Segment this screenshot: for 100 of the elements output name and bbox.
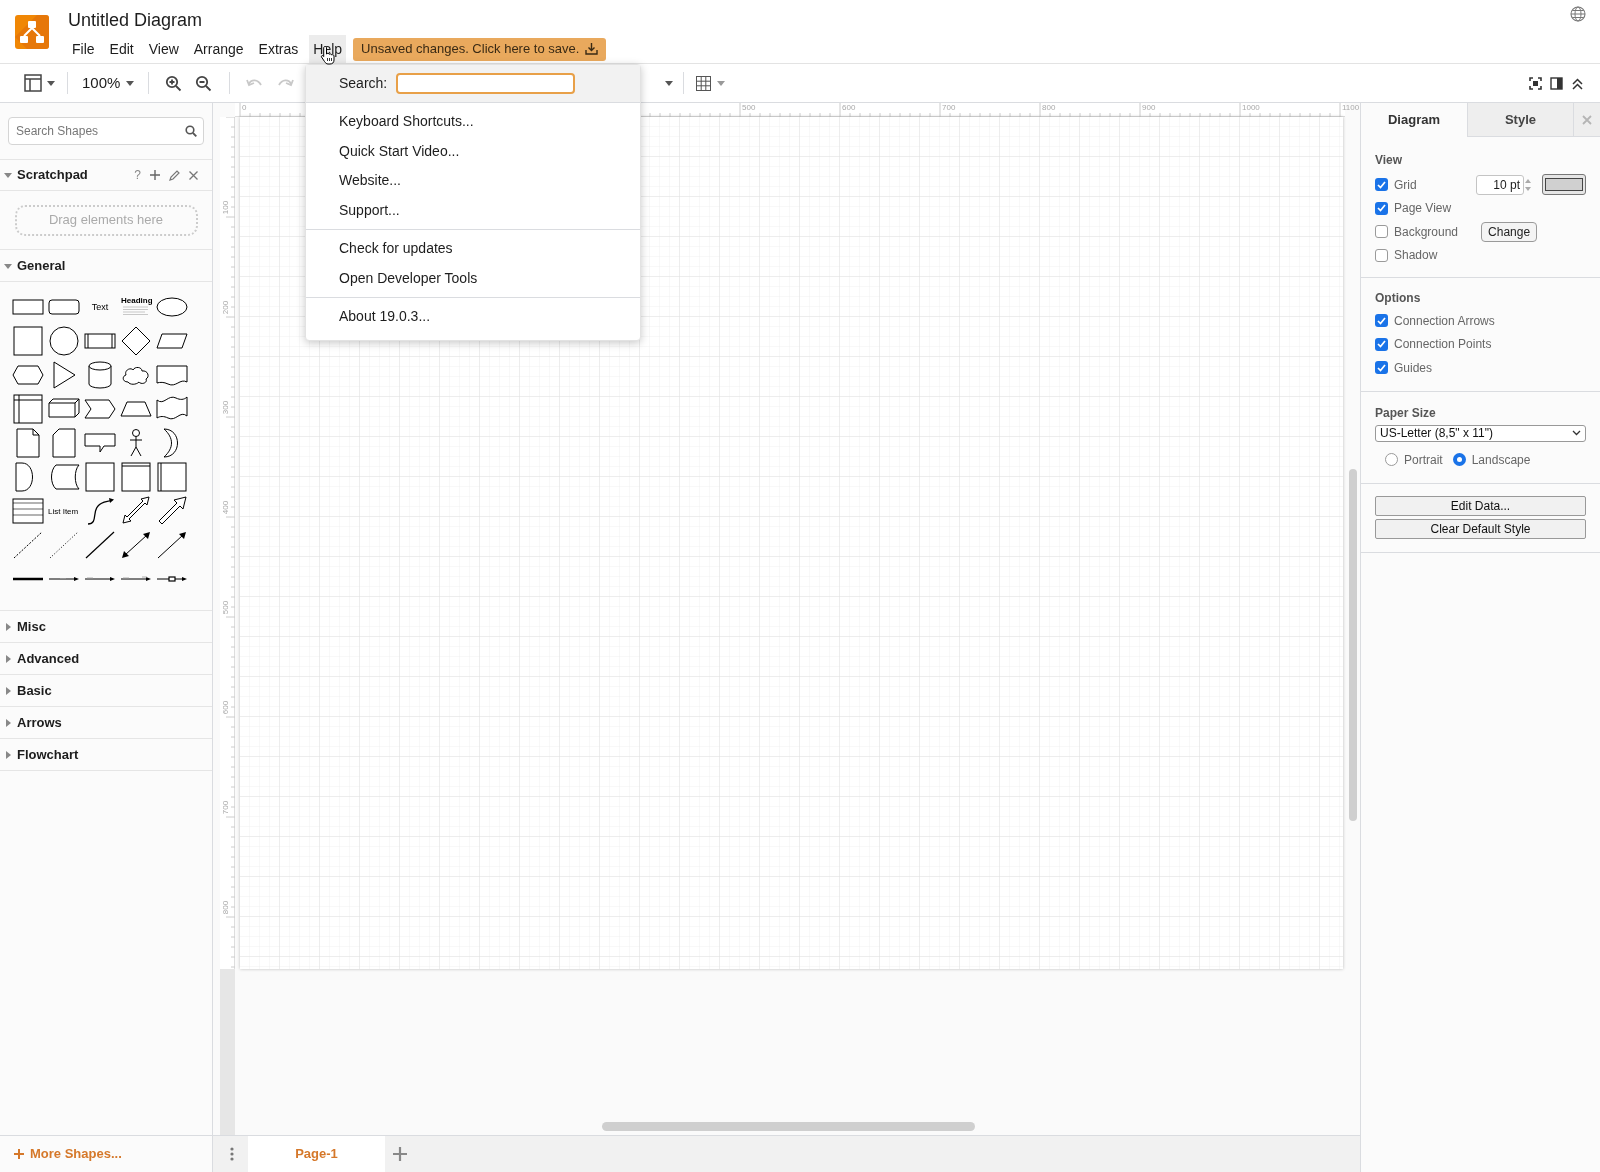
option-label: Grid <box>1394 176 1417 194</box>
ruler-label: 600 <box>842 103 856 112</box>
caret-icon[interactable] <box>665 80 674 86</box>
menu-item[interactable]: Arrange <box>189 35 248 63</box>
plus-icon[interactable] <box>150 170 160 180</box>
grid-size-field[interactable]: 10 pt <box>1476 174 1524 195</box>
table-button[interactable] <box>694 75 728 91</box>
arrow-shape[interactable] <box>156 530 188 560</box>
ruler-label: 800 <box>1042 103 1056 112</box>
list-item-shape[interactable]: List Item <box>48 496 80 526</box>
option-label: Landscape <box>1471 451 1531 469</box>
search-field[interactable] <box>396 73 576 94</box>
checkbox[interactable] <box>1375 225 1388 239</box>
line-shape[interactable] <box>84 530 116 560</box>
ruler-label: 0 <box>242 103 247 112</box>
panel-button[interactable]: Clear Default Style <box>1375 518 1586 539</box>
scrollbar[interactable] <box>1349 469 1357 821</box>
search-icon[interactable] <box>185 125 197 137</box>
collapsed-arrow-icon[interactable] <box>4 718 12 727</box>
section-header[interactable]: General <box>0 250 212 282</box>
square-shape[interactable] <box>12 326 44 356</box>
table-icon <box>696 75 712 91</box>
option-label: Connection Points <box>1394 336 1492 354</box>
text-shape[interactable]: Text <box>84 292 116 322</box>
list-shape[interactable] <box>12 496 44 526</box>
section-header[interactable]: Basic <box>0 675 212 707</box>
checkbox[interactable] <box>1375 361 1388 375</box>
panel-layout-icon <box>24 74 42 92</box>
window-shape[interactable] <box>120 462 152 492</box>
format-panel-icon[interactable] <box>1550 76 1563 90</box>
double-block-arrow-shape[interactable] <box>120 496 152 526</box>
fullscreen-icon[interactable] <box>1529 76 1542 90</box>
caret-icon[interactable] <box>47 80 55 86</box>
section-header[interactable]: Scratchpad ? <box>0 159 212 191</box>
section-title: Paper Size <box>1375 404 1436 422</box>
menu-item[interactable]: Open Developer Tools <box>306 263 640 293</box>
menu-item[interactable]: About 19.0.3... <box>306 302 640 332</box>
checkbox[interactable] <box>1375 337 1388 351</box>
collapse-icon[interactable] <box>1571 76 1584 90</box>
menu-item[interactable]: Extras <box>254 35 303 63</box>
menu-item[interactable]: Edit <box>105 35 138 63</box>
menu-item[interactable]: Website... <box>306 166 640 196</box>
diamond-shape[interactable] <box>120 326 152 356</box>
section-header[interactable]: Advanced <box>0 643 212 675</box>
radio-button[interactable] <box>1452 453 1466 466</box>
ruler-label: 100 <box>220 199 230 217</box>
collapsed-arrow-icon[interactable] <box>4 686 12 695</box>
zoom-out-icon[interactable] <box>195 74 214 92</box>
paper-size-select[interactable]: US-Letter (8,5" x 11") <box>1375 424 1586 442</box>
search-field[interactable]: Search Shapes <box>8 117 204 145</box>
menu-item[interactable]: Keyboard Shortcuts... <box>306 107 640 137</box>
container-shape[interactable] <box>84 462 116 492</box>
checkbox[interactable] <box>1375 248 1388 262</box>
close-icon[interactable] <box>189 170 198 180</box>
ruler-label: 1000 <box>1242 103 1260 112</box>
panel-button[interactable]: Edit Data... <box>1375 495 1586 516</box>
ruler-label: 800 <box>220 899 230 917</box>
double-arrow-shape[interactable] <box>120 530 152 560</box>
caret-icon[interactable] <box>126 80 135 86</box>
change-button[interactable]: Change <box>1481 221 1538 242</box>
add-page-icon[interactable] <box>393 1147 407 1161</box>
section-title: View <box>1375 152 1403 169</box>
menu-item[interactable]: View <box>144 35 183 63</box>
option-label: Background <box>1394 223 1459 241</box>
zoom-in-icon[interactable] <box>165 74 184 92</box>
data-storage-shape[interactable] <box>48 462 80 492</box>
radio-button[interactable] <box>1385 453 1398 466</box>
help-mark[interactable]: ? <box>134 166 141 184</box>
collapsed-arrow-icon[interactable] <box>4 750 12 759</box>
section-header[interactable]: Misc <box>0 611 212 643</box>
side-container-shape[interactable] <box>156 462 188 492</box>
menu-item[interactable]: File <box>68 35 99 63</box>
caret-icon[interactable] <box>1572 430 1581 436</box>
dotted-line-shape[interactable] <box>48 530 80 560</box>
page-menu-icon[interactable] <box>230 1147 234 1161</box>
checkbox[interactable] <box>1375 314 1388 328</box>
panel-tab[interactable]: Style <box>1467 103 1573 137</box>
globe-icon[interactable] <box>1570 6 1586 22</box>
menu-item[interactable]: Quick Start Video... <box>306 136 640 166</box>
grid-color-button[interactable] <box>1542 174 1586 196</box>
ruler-label: 500 <box>742 103 756 112</box>
section-header[interactable]: Flowchart <box>0 739 212 771</box>
block-arrow-shape[interactable] <box>156 496 188 526</box>
scrollbar[interactable] <box>602 1122 975 1131</box>
pencil-icon[interactable] <box>169 169 180 181</box>
section-header[interactable]: Arrows <box>0 707 212 739</box>
option-label: Portrait <box>1404 451 1443 469</box>
collapsed-arrow-icon[interactable] <box>4 622 12 631</box>
menu-item[interactable]: Support... <box>306 195 640 225</box>
circle-shape[interactable] <box>48 326 80 356</box>
expanded-arrow-icon[interactable] <box>4 171 12 179</box>
collapsed-arrow-icon[interactable] <box>4 654 12 663</box>
checkbox[interactable] <box>1375 178 1388 192</box>
zoom-dropdown[interactable]: 100% <box>78 69 139 97</box>
expanded-arrow-icon[interactable] <box>4 261 12 270</box>
internal-storage-shape[interactable] <box>12 394 44 424</box>
checkbox[interactable] <box>1375 201 1388 215</box>
document-title[interactable]: Untitled Diagram <box>68 9 203 31</box>
menu-item[interactable]: Check for updates <box>306 234 640 264</box>
save-button[interactable]: Unsaved changes. Click here to save. <box>353 37 607 61</box>
